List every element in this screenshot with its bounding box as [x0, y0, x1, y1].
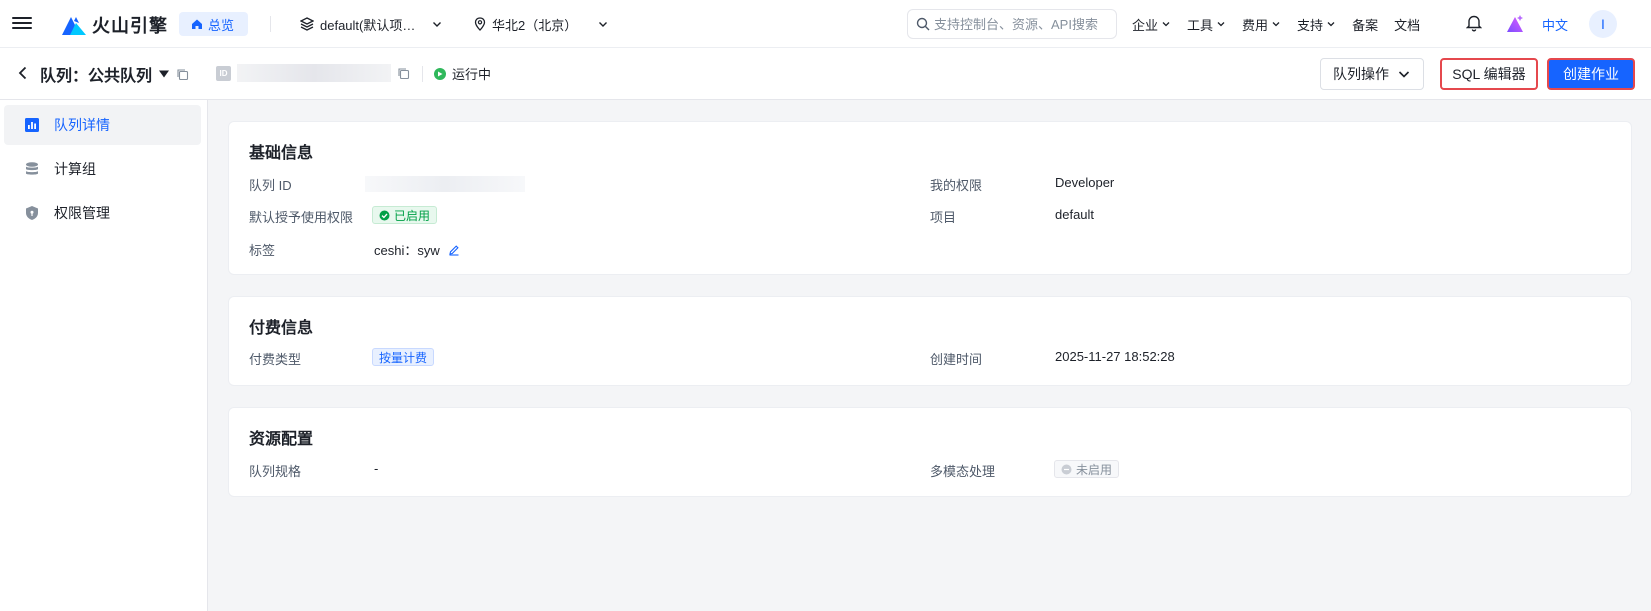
- nav-link-tools[interactable]: 工具: [1187, 15, 1226, 34]
- layers-icon: [300, 17, 314, 31]
- back-arrow-icon[interactable]: [17, 65, 29, 81]
- page-title: 队列：公共队列: [40, 62, 189, 86]
- volcano-logo-icon: [62, 17, 86, 35]
- nav-link-enterprise[interactable]: 企业: [1132, 15, 1171, 34]
- queue-spec-value: -: [374, 461, 379, 476]
- chevron-down-icon: [599, 22, 608, 27]
- basic-info-card: 基础信息 队列 ID 默认授予使用权限 已启用 标签 ceshi：syw 我的权…: [228, 121, 1632, 275]
- nav-link-docs[interactable]: 文档: [1394, 15, 1420, 34]
- queue-id-redacted: [237, 64, 391, 82]
- sidebar-item-compute-groups[interactable]: 计算组: [4, 149, 201, 189]
- billing-type-badge: 按量计费: [372, 348, 435, 366]
- create-job-button[interactable]: 创建作业: [1547, 58, 1635, 90]
- basic-info-title: 基础信息: [249, 145, 314, 162]
- sql-editor-button[interactable]: SQL 编辑器: [1440, 58, 1538, 90]
- caret-down-icon[interactable]: [158, 69, 170, 79]
- billing-type-label: 付费类型: [249, 352, 302, 367]
- sidebar-item-label: 计算组: [54, 161, 96, 177]
- id-badge: ID: [216, 65, 231, 81]
- status-badge: 运行中: [434, 64, 491, 83]
- sidebar-item-permissions[interactable]: 权限管理: [4, 193, 201, 233]
- chevron-down-icon: [1272, 22, 1280, 27]
- search-icon: [916, 17, 930, 31]
- chevron-down-icon: [1162, 22, 1170, 27]
- nav-link-support[interactable]: 支持: [1297, 15, 1336, 34]
- region-select[interactable]: 华北2（北京）: [474, 12, 609, 36]
- shield-icon: [26, 206, 38, 220]
- queue-id-value-redacted: [365, 176, 525, 192]
- copy-icon[interactable]: [176, 68, 189, 81]
- default-permission-value: 已启用: [394, 208, 431, 223]
- queue-id-label: 队列 ID: [249, 178, 292, 193]
- multimodal-label: 多模态处理: [930, 464, 996, 479]
- chevron-down-icon: [433, 22, 442, 27]
- top-navigation: 火山引擎 总览 default(默认项… 华北2（北京） 企业 工具 费用 支持…: [0, 0, 1651, 48]
- overview-button[interactable]: 总览: [179, 12, 249, 36]
- sidebar-item-queue-details[interactable]: 队列详情: [4, 105, 201, 145]
- location-pin-icon: [474, 17, 486, 31]
- global-search[interactable]: [907, 9, 1117, 39]
- resource-config-card: 资源配置 队列规格 - 多模态处理 未启用: [228, 407, 1632, 497]
- header-divider: [422, 66, 423, 82]
- multimodal-status-badge: 未启用: [1054, 460, 1120, 478]
- project-label: 项目: [930, 210, 957, 225]
- brand-name: 火山引擎: [92, 16, 168, 36]
- my-permission-value: Developer: [1055, 175, 1115, 190]
- check-circle-icon: [379, 210, 390, 220]
- home-icon: [192, 19, 202, 29]
- menu-icon[interactable]: [12, 14, 32, 34]
- billing-info-card: 付费信息 付费类型 按量计费 创建时间 2025-11-27 18:52:28: [228, 296, 1632, 386]
- copy-icon[interactable]: [397, 67, 410, 80]
- billing-info-title: 付费信息: [249, 320, 314, 337]
- database-icon: [26, 162, 38, 175]
- play-status-icon: [434, 67, 446, 80]
- minus-circle-icon: [1061, 464, 1072, 474]
- my-permission-label: 我的权限: [930, 178, 983, 193]
- created-time-label: 创建时间: [930, 352, 983, 367]
- project-select-value: default(默认项…: [320, 17, 416, 33]
- multimodal-value: 未启用: [1076, 462, 1113, 477]
- project-select[interactable]: default(默认项…: [300, 12, 443, 36]
- created-time-value: 2025-11-27 18:52:28: [1055, 349, 1175, 364]
- user-avatar[interactable]: I: [1589, 10, 1617, 38]
- sidebar-item-label: 权限管理: [54, 205, 110, 221]
- nav-links: 企业 工具 费用 支持 备案 文档: [1132, 12, 1420, 36]
- nav-divider: [270, 16, 271, 32]
- sidebar: 队列详情 计算组 权限管理: [0, 100, 208, 611]
- chevron-down-icon: [1217, 22, 1225, 27]
- tags-label: 标签: [249, 243, 276, 258]
- brand-logo[interactable]: 火山引擎: [62, 12, 168, 38]
- nav-link-billing[interactable]: 费用: [1242, 15, 1281, 34]
- resource-config-title: 资源配置: [249, 431, 314, 448]
- tags-value-group: ceshi：syw: [374, 240, 460, 259]
- default-permission-label: 默认授予使用权限: [249, 210, 354, 225]
- language-switch[interactable]: 中文: [1542, 15, 1568, 34]
- chevron-down-icon: [1398, 71, 1410, 78]
- tags-value: ceshi：syw: [374, 243, 440, 258]
- ai-assistant-icon[interactable]: [1505, 14, 1525, 34]
- status-text: 运行中: [452, 67, 492, 82]
- chart-bar-icon: [25, 118, 39, 132]
- queue-spec-label: 队列规格: [249, 464, 302, 479]
- bell-icon[interactable]: [1466, 14, 1482, 32]
- edit-icon[interactable]: [448, 244, 460, 256]
- queue-operations-label: 队列操作: [1333, 66, 1389, 82]
- nav-link-filing[interactable]: 备案: [1352, 15, 1378, 34]
- queue-operations-dropdown[interactable]: 队列操作: [1320, 58, 1424, 90]
- queue-title-text: 队列：公共队列: [40, 68, 153, 85]
- sidebar-item-label: 队列详情: [54, 117, 110, 133]
- default-permission-status-badge: 已启用: [372, 206, 438, 224]
- project-value: default: [1055, 207, 1095, 222]
- queue-id-group: ID: [216, 64, 410, 82]
- overview-label: 总览: [208, 17, 235, 33]
- chevron-down-icon: [1327, 22, 1335, 27]
- search-input[interactable]: [934, 16, 1104, 32]
- region-select-value: 华北2（北京）: [492, 17, 578, 33]
